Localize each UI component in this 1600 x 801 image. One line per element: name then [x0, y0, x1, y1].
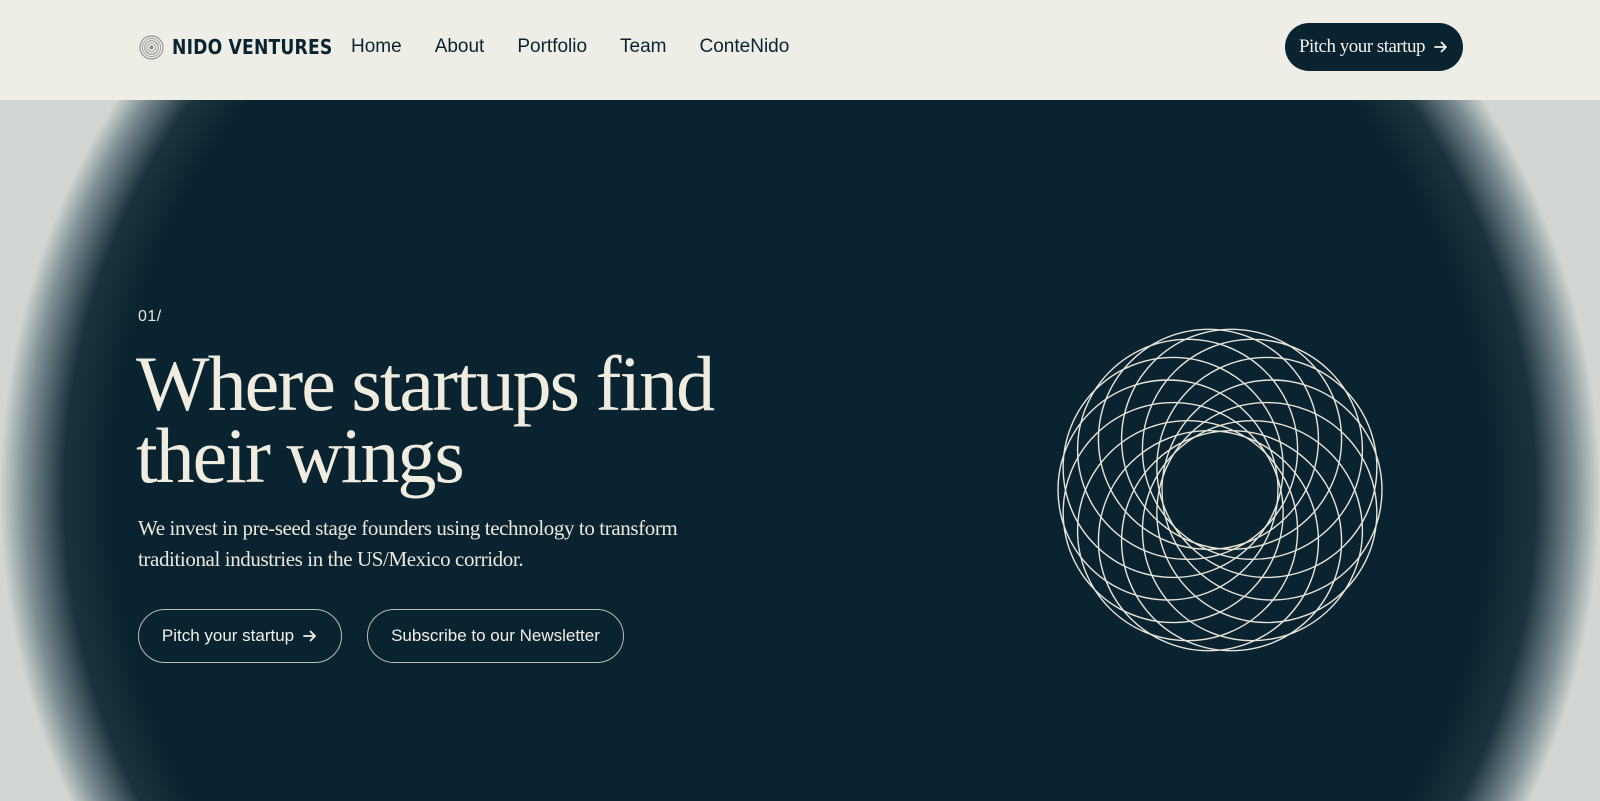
- nav-portfolio[interactable]: Portfolio: [517, 36, 587, 58]
- header-pitch-label: Pitch your startup: [1298, 36, 1426, 57]
- main-nav: Home About Portfolio Team ConteNido: [351, 33, 789, 61]
- nav-home[interactable]: Home: [351, 36, 402, 58]
- ring: [1120, 328, 1343, 551]
- ring: [1062, 401, 1284, 624]
- header-pitch-button[interactable]: Pitch your startup: [1285, 23, 1463, 71]
- ring: [1156, 356, 1378, 579]
- pitch-startup-button[interactable]: Pitch your startup: [138, 609, 342, 663]
- ring: [1141, 419, 1364, 642]
- nav-about[interactable]: About: [435, 36, 485, 58]
- hero-title: Where startups find their wings: [136, 340, 715, 499]
- ring: [1156, 401, 1378, 624]
- site-header: NIDO VENTURES Home About Portfolio Team …: [0, 0, 1600, 100]
- newsletter-button[interactable]: Subscribe to our Newsletter: [367, 609, 624, 663]
- brand-logo[interactable]: NIDO VENTURES: [139, 33, 359, 61]
- rings-spirograph-icon: [1057, 328, 1383, 652]
- newsletter-label: Subscribe to our Newsletter: [391, 626, 600, 645]
- nav-contenido[interactable]: ConteNido: [700, 36, 790, 58]
- section-number: 01/: [138, 308, 162, 325]
- brand-name: NIDO VENTURES: [172, 35, 333, 59]
- ring: [1057, 379, 1279, 601]
- ring: [1141, 338, 1364, 561]
- ring: [1161, 379, 1383, 601]
- ring: [1062, 356, 1284, 579]
- ring: [1097, 429, 1320, 652]
- hero-subtitle: We invest in pre-seed stage founders usi…: [138, 516, 678, 571]
- ring: [1076, 338, 1299, 561]
- nav-team[interactable]: Team: [620, 36, 666, 58]
- ring: [1120, 429, 1343, 652]
- arrow-right-icon: [303, 630, 317, 642]
- ring: [1097, 328, 1320, 551]
- ring: [1076, 419, 1299, 642]
- nest-logo-icon: [139, 34, 164, 60]
- hero-section: 01/ Where startups find their wings We i…: [0, 100, 1600, 801]
- arrow-right-icon: [1434, 41, 1447, 53]
- pitch-startup-label: Pitch your startup: [161, 626, 295, 645]
